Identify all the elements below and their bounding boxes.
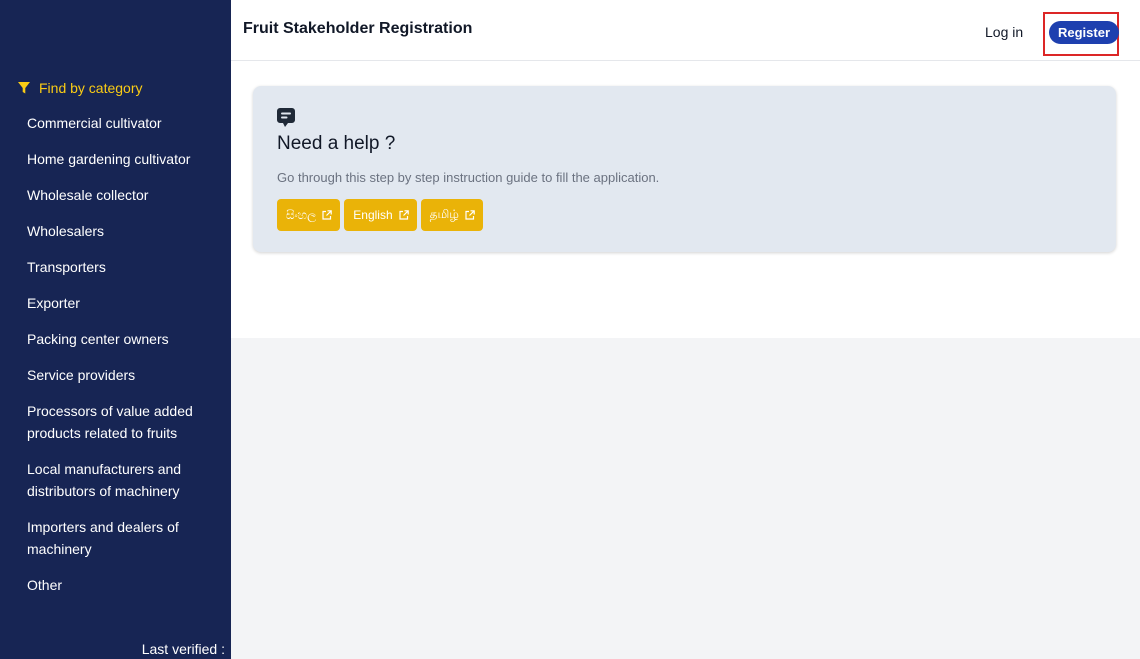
main-content: Need a help ? Go through this step by st… [231, 61, 1140, 338]
english-guide-button[interactable]: English [344, 199, 417, 231]
sidebar-item-importers-dealers[interactable]: Importers and dealers of machinery [0, 516, 231, 560]
find-by-category-heading[interactable]: Find by category [18, 80, 143, 96]
sidebar-item-wholesale-collector[interactable]: Wholesale collector [0, 184, 231, 206]
sidebar-item-transporters[interactable]: Transporters [0, 256, 231, 278]
language-guide-buttons: සිංහල English தமிழ் [277, 199, 483, 231]
sinhala-guide-button[interactable]: සිංහල [277, 199, 341, 231]
sinhala-guide-label: සිංහල [286, 207, 317, 222]
external-link-icon [465, 210, 475, 220]
login-link[interactable]: Log in [985, 24, 1023, 40]
sidebar-item-local-manufacturers[interactable]: Local manufacturers and distributors of … [0, 458, 231, 502]
chat-message-icon [277, 108, 295, 128]
top-bar: Fruit Stakeholder Registration Log in Re… [231, 0, 1140, 61]
sidebar-item-wholesalers[interactable]: Wholesalers [0, 220, 231, 242]
sidebar-item-packing-center-owners[interactable]: Packing center owners [0, 328, 231, 350]
help-description: Go through this step by step instruction… [277, 170, 660, 185]
tamil-guide-label: தமிழ் [429, 207, 459, 221]
sidebar-item-service-providers[interactable]: Service providers [0, 364, 231, 386]
find-by-category-label: Find by category [39, 80, 143, 96]
page-title: Fruit Stakeholder Registration [243, 20, 473, 37]
category-list: Commercial cultivator Home gardening cul… [0, 112, 231, 610]
last-verified-text: Last verified : [141, 641, 225, 657]
empty-content-area [231, 338, 1140, 659]
sidebar: Find by category Commercial cultivator H… [0, 0, 231, 659]
external-link-icon [399, 210, 409, 220]
sidebar-item-commercial-cultivator[interactable]: Commercial cultivator [0, 112, 231, 134]
filter-icon [18, 82, 30, 94]
help-title: Need a help ? [277, 133, 396, 154]
help-card: Need a help ? Go through this step by st… [253, 86, 1116, 252]
english-guide-label: English [353, 208, 393, 222]
sidebar-item-exporter[interactable]: Exporter [0, 292, 231, 314]
sidebar-item-other[interactable]: Other [0, 574, 231, 596]
sidebar-item-processors[interactable]: Processors of value added products relat… [0, 400, 231, 444]
register-button[interactable]: Register [1049, 21, 1120, 44]
sidebar-item-home-gardening-cultivator[interactable]: Home gardening cultivator [0, 148, 231, 170]
external-link-icon [322, 210, 333, 220]
tamil-guide-button[interactable]: தமிழ் [420, 199, 483, 231]
